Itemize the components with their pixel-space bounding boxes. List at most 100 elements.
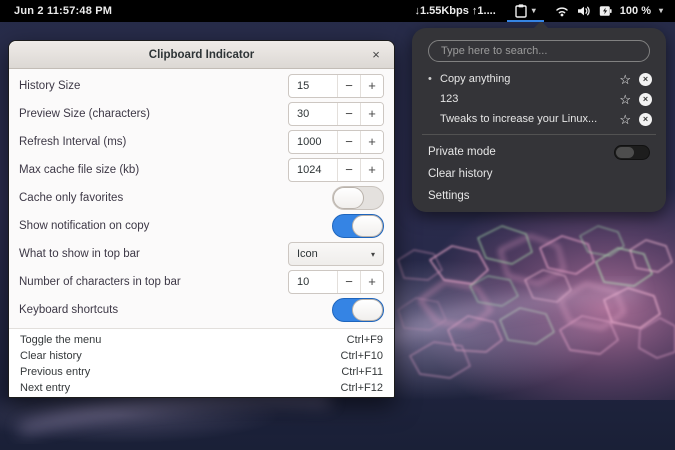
favorite-star-icon[interactable]: ☆ <box>619 93 631 106</box>
setting-label: Number of characters in top bar <box>19 276 181 288</box>
private-mode-item[interactable]: Private mode <box>412 141 666 163</box>
chevron-down-icon: ▾ <box>370 249 375 259</box>
topbar-display-select[interactable]: Icon ▾ <box>288 242 384 266</box>
window-titlebar[interactable]: Clipboard Indicator × <box>9 41 394 69</box>
settings-row-topbar-display: What to show in top bar Icon ▾ <box>9 240 394 268</box>
search-box <box>428 40 650 62</box>
setting-label: Keyboard shortcuts <box>19 304 119 316</box>
network-speed-indicator[interactable]: ↓1.55Kbps ↑1.... <box>414 5 495 17</box>
setting-label: Max cache file size (kb) <box>19 164 140 176</box>
clipboard-entry[interactable]: Tweaks to increase your Linux... ☆ × <box>412 109 666 129</box>
volume-icon <box>577 6 590 16</box>
increment-button[interactable]: + <box>360 103 383 125</box>
current-entry-bullet: • <box>428 73 432 85</box>
setting-label: Show notification on copy <box>19 220 150 232</box>
max-cache-size-spinner: 1024 − + <box>288 158 384 182</box>
private-mode-switch[interactable] <box>614 144 650 160</box>
increment-button[interactable]: + <box>360 159 383 181</box>
settings-row-history-size: History Size 15 − + <box>9 72 394 100</box>
decrement-button[interactable]: − <box>337 103 360 125</box>
clipboard-menu-popover: • Copy anything ☆ × 123 ☆ × Tweaks to in… <box>412 21 666 212</box>
history-size-spinner: 15 − + <box>288 74 384 98</box>
increment-button[interactable]: + <box>360 271 383 293</box>
clipboard-entry-label: Copy anything <box>440 73 511 85</box>
setting-label: Preview Size (characters) <box>19 108 151 120</box>
setting-label: History Size <box>19 80 81 92</box>
chevron-down-icon: ▾ <box>531 6 536 15</box>
spinner-value[interactable]: 1000 <box>289 131 337 153</box>
popover-arrow <box>533 21 549 29</box>
increment-button[interactable]: + <box>360 131 383 153</box>
close-button[interactable]: × <box>366 45 386 65</box>
menu-divider <box>422 134 656 135</box>
spinner-value[interactable]: 15 <box>289 75 337 97</box>
private-mode-label: Private mode <box>428 146 496 158</box>
battery-percentage: 100 % <box>619 5 651 17</box>
shortcut-accel: Ctrl+F10 <box>340 350 384 362</box>
show-notification-switch[interactable] <box>332 214 384 238</box>
switch-knob <box>352 299 383 321</box>
shortcuts-list: Toggle the menu Ctrl+F9 Clear history Ct… <box>9 328 394 397</box>
cache-only-favorites-switch[interactable] <box>332 186 384 210</box>
clipboard-entry[interactable]: • Copy anything ☆ × <box>412 69 666 89</box>
shortcut-row[interactable]: Previous entry Ctrl+F11 <box>9 364 394 380</box>
num-characters-spinner: 10 − + <box>288 270 384 294</box>
shortcut-action: Previous entry <box>20 366 91 378</box>
favorite-star-icon[interactable]: ☆ <box>619 73 631 86</box>
settings-row-preview-size: Preview Size (characters) 30 − + <box>9 100 394 128</box>
settings-label: Settings <box>428 190 470 202</box>
switch-knob <box>333 187 364 209</box>
shortcut-action: Toggle the menu <box>20 334 102 346</box>
spinner-value[interactable]: 30 <box>289 103 337 125</box>
setting-label: Cache only favorites <box>19 192 124 204</box>
select-value: Icon <box>297 248 318 260</box>
shortcut-accel: Ctrl+F11 <box>341 366 383 378</box>
favorite-star-icon[interactable]: ☆ <box>619 113 631 126</box>
shortcut-row[interactable]: Toggle the menu Ctrl+F9 <box>9 332 394 348</box>
remove-entry-icon[interactable]: × <box>639 112 652 126</box>
setting-label: What to show in top bar <box>19 248 140 260</box>
decrement-button[interactable]: − <box>337 131 360 153</box>
clear-history-label: Clear history <box>428 168 493 180</box>
clear-history-item[interactable]: Clear history <box>412 163 666 185</box>
switch-knob <box>616 146 634 158</box>
settings-row-max-cache-size: Max cache file size (kb) 1024 − + <box>9 156 394 184</box>
clipboard-indicator-button[interactable]: ▾ <box>506 0 545 22</box>
clock-button[interactable]: Jun 2 11:57:48 PM <box>14 5 112 17</box>
settings-item[interactable]: Settings <box>412 185 666 207</box>
keyboard-shortcuts-switch[interactable] <box>332 298 384 322</box>
refresh-interval-spinner: 1000 − + <box>288 130 384 154</box>
battery-icon <box>599 6 612 16</box>
switch-knob <box>352 215 383 237</box>
settings-row-cache-only-favorites: Cache only favorites <box>9 184 394 212</box>
clipboard-entry-label: Tweaks to increase your Linux... <box>440 113 598 125</box>
settings-row-refresh-interval: Refresh Interval (ms) 1000 − + <box>9 128 394 156</box>
settings-row-show-notification: Show notification on copy <box>9 212 394 240</box>
clipboard-settings-window: Clipboard Indicator × History Size 15 − … <box>8 40 395 398</box>
system-status-area[interactable]: 100 % ▾ <box>545 0 675 22</box>
shortcut-accel: Ctrl+F9 <box>346 334 383 346</box>
clipboard-entry-label: 123 <box>440 93 459 105</box>
decrement-button[interactable]: − <box>337 75 360 97</box>
shortcut-action: Clear history <box>20 350 82 362</box>
preview-size-spinner: 30 − + <box>288 102 384 126</box>
top-bar-right: ↓1.55Kbps ↑1.... ▾ 100 % ▾ <box>414 0 675 22</box>
settings-row-num-characters: Number of characters in top bar 10 − + <box>9 268 394 296</box>
top-bar: Jun 2 11:57:48 PM ↓1.55Kbps ↑1.... ▾ 100… <box>0 0 675 22</box>
spinner-value[interactable]: 1024 <box>289 159 337 181</box>
shortcut-row[interactable]: Next entry Ctrl+F12 <box>9 380 394 396</box>
remove-entry-icon[interactable]: × <box>639 72 652 86</box>
search-input[interactable] <box>429 45 649 57</box>
shortcut-row[interactable]: Clear history Ctrl+F10 <box>9 348 394 364</box>
remove-entry-icon[interactable]: × <box>639 92 652 106</box>
decrement-button[interactable]: − <box>337 271 360 293</box>
clipboard-icon <box>515 4 527 18</box>
spinner-value[interactable]: 10 <box>289 271 337 293</box>
shortcut-action: Next entry <box>20 382 71 394</box>
clipboard-entry[interactable]: 123 ☆ × <box>412 89 666 109</box>
settings-row-keyboard-shortcuts: Keyboard shortcuts <box>9 296 394 324</box>
wifi-icon <box>556 7 568 17</box>
window-title: Clipboard Indicator <box>148 48 255 61</box>
decrement-button[interactable]: − <box>337 159 360 181</box>
increment-button[interactable]: + <box>360 75 383 97</box>
